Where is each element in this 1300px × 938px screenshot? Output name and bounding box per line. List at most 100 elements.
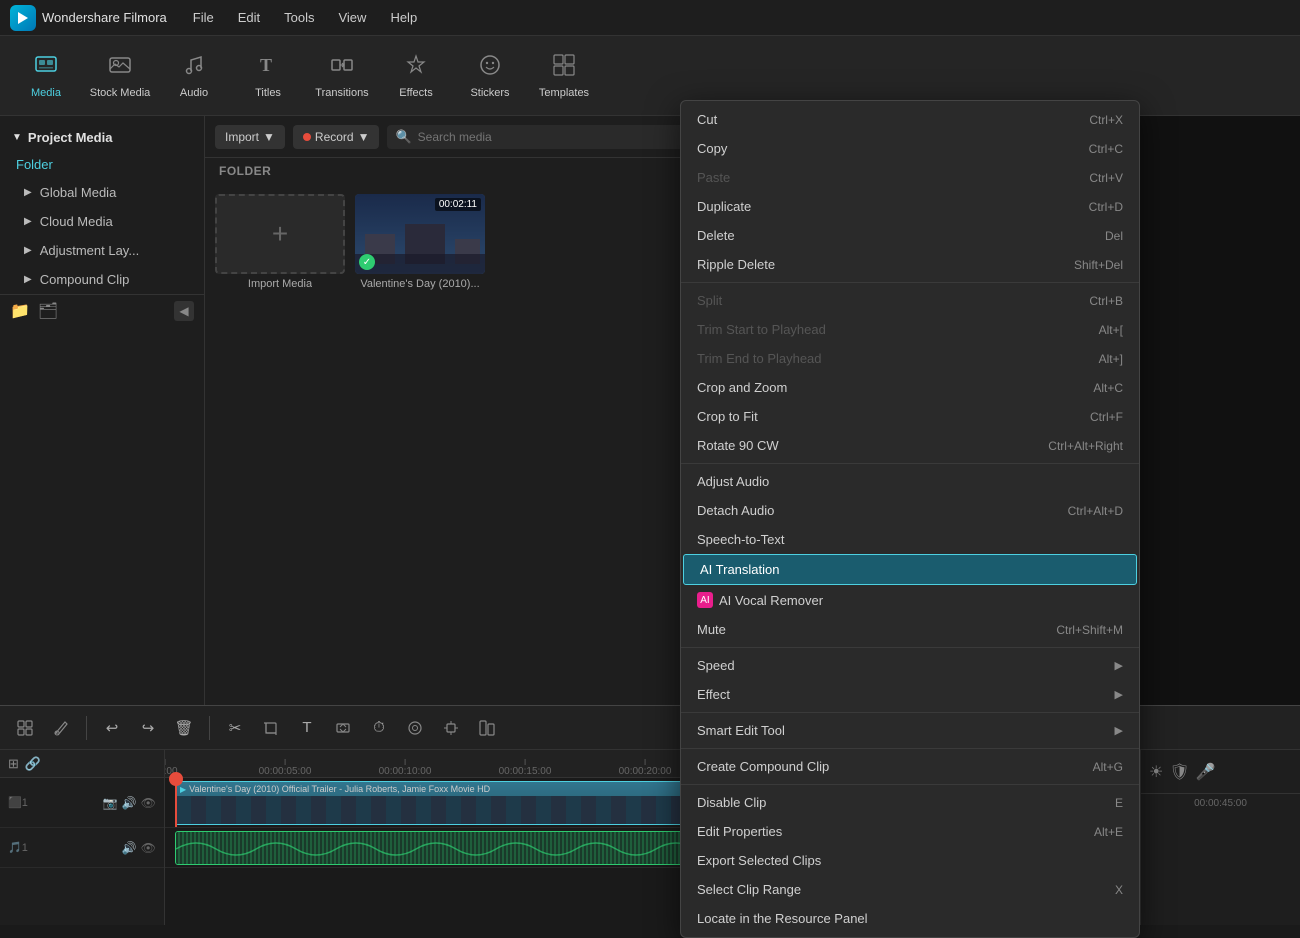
cm-edit-properties[interactable]: Edit Properties Alt+E [681,817,1139,846]
sidebar-collapse-btn[interactable]: ◀ [174,301,194,321]
timeline-tracks-label: ⊞ 🔗 ⬛1 📷 🔊 👁 🎵1 🔊 👁 [0,750,165,925]
timeline-undo[interactable]: ↩ [97,713,127,743]
cm-speech-to-text[interactable]: Speech-to-Text [681,525,1139,554]
timeline-right-toolbar: ☀ 🛡 🎤 [1141,750,1300,794]
audio-track-number: 🎵1 [8,841,28,854]
effects-icon [404,53,428,83]
timeline-transform[interactable] [436,713,466,743]
toolbar-stickers[interactable]: Stickers [454,42,526,110]
cm-rotate[interactable]: Rotate 90 CW Ctrl+Alt+Right [681,431,1139,460]
timeline-link-icon[interactable]: 🔗 [25,756,41,772]
toolbar-stock-media[interactable]: Stock Media [84,42,156,110]
record-label: Record [315,130,354,144]
track-eye-icon[interactable]: 👁 [141,796,156,810]
audio-track-eye-icon[interactable]: 👁 [141,841,156,855]
cm-export-selected[interactable]: Export Selected Clips [681,846,1139,875]
sidebar-item-adjustment-layer[interactable]: ▶ Adjustment Lay... [0,236,204,265]
chevron-right-icon: ▶ [24,274,32,285]
cm-mute[interactable]: Mute Ctrl+Shift+M [681,615,1139,644]
record-dropdown-icon: ▼ [358,130,370,144]
toolbar-audio[interactable]: Audio [158,42,230,110]
toolbar-titles[interactable]: T Titles [232,42,304,110]
sidebar-folder[interactable]: Folder [0,151,204,178]
playhead[interactable] [175,778,177,827]
toolbar-titles-label: Titles [255,87,281,99]
track-camera-icon[interactable]: 📷 [103,796,118,810]
ruler-mark-3: 00:00:15:00 [499,759,552,777]
search-icon: 🔍 [395,129,411,145]
cm-delete[interactable]: Delete Del [681,221,1139,250]
video-media-item[interactable]: 00:02:11 ✓ Valentine's Day (2010)... [355,194,485,290]
sidebar-item-compound-clip[interactable]: ▶ Compound Clip [0,265,204,294]
timeline-right-panel: ☀ 🛡 🎤 00:00:45:00 [1140,750,1300,925]
sidebar-item-cloud-media[interactable]: ▶ Cloud Media [0,207,204,236]
cm-ai-vocal-remover[interactable]: AI AI Vocal Remover [681,585,1139,615]
cm-detach-audio[interactable]: Detach Audio Ctrl+Alt+D [681,496,1139,525]
timeline-razor-tool[interactable] [46,713,76,743]
cm-cut[interactable]: Cut Ctrl+X [681,105,1139,134]
toolbar-media[interactable]: Media [10,42,82,110]
toolbar-templates[interactable]: Templates [528,42,600,110]
toolbar-effects[interactable]: Effects [380,42,452,110]
sidebar-header: ▼ Project Media [0,124,204,151]
timeline-text[interactable]: T [292,713,322,743]
cm-locate-resource[interactable]: Locate in the Resource Panel [681,904,1139,933]
app-name: Wondershare Filmora [42,10,167,25]
app-logo-icon [10,5,36,31]
timeline-redo[interactable]: ↪ [133,713,163,743]
audio-track-icons: 🔊 👁 [122,841,156,855]
import-button[interactable]: Import ▼ [215,125,285,149]
ruler-mark-2: 00:00:10:00 [379,759,432,777]
import-media-item[interactable]: + Import Media [215,194,345,290]
cm-select-clip-range[interactable]: Select Clip Range X [681,875,1139,904]
cm-ai-translation[interactable]: AI Translation [683,554,1137,585]
track-speaker-icon[interactable]: 🔊 [122,796,137,810]
timeline-speed[interactable]: ⏱ [364,713,394,743]
audio-track-speaker-icon[interactable]: 🔊 [122,841,137,855]
timeline-scissors[interactable]: ✂ [220,713,250,743]
timeline-select-tool[interactable] [10,713,40,743]
toolbar-templates-label: Templates [539,87,589,99]
menu-help[interactable]: Help [380,6,427,29]
cm-crop-fit[interactable]: Crop to Fit Ctrl+F [681,402,1139,431]
toolbar-effects-label: Effects [399,87,432,99]
folder-add-icon[interactable]: 📁 [10,301,30,321]
tr-mic-icon[interactable]: 🎤 [1196,762,1216,782]
menu-edit[interactable]: Edit [228,6,270,29]
tr-sun-icon[interactable]: ☀ [1149,762,1163,782]
toolbar-transitions[interactable]: Transitions [306,42,378,110]
sidebar-header-arrow: ▼ [12,132,22,143]
timeline-zoom-fit[interactable] [472,713,502,743]
cm-copy[interactable]: Copy Ctrl+C [681,134,1139,163]
timeline-fit[interactable] [328,713,358,743]
cm-separator-6 [681,784,1139,785]
timeline-add-track-icon[interactable]: ⊞ [8,756,19,772]
menu-tools[interactable]: Tools [274,6,324,29]
cm-crop-zoom[interactable]: Crop and Zoom Alt+C [681,373,1139,402]
cm-adjust-audio[interactable]: Adjust Audio [681,467,1139,496]
timeline-crop[interactable] [256,713,286,743]
cm-ripple-delete[interactable]: Ripple Delete Shift+Del [681,250,1139,279]
cm-duplicate[interactable]: Duplicate Ctrl+D [681,192,1139,221]
cm-effect[interactable]: Effect ▶ [681,680,1139,709]
ruler-mark-4: 00:00:20:00 [619,759,672,777]
media-toolbar: Import ▼ Record ▼ 🔍 [205,116,753,158]
record-button[interactable]: Record ▼ [293,125,380,149]
timeline-stabilize[interactable] [400,713,430,743]
toolbar-stickers-label: Stickers [470,87,509,99]
menu-view[interactable]: View [328,6,376,29]
timeline-delete[interactable]: 🗑 [169,713,199,743]
cm-speed[interactable]: Speed ▶ [681,651,1139,680]
cm-disable-clip[interactable]: Disable Clip E [681,788,1139,817]
cm-separator-4 [681,712,1139,713]
tr-shield-icon[interactable]: 🛡 [1169,762,1189,782]
track-icons: 📷 🔊 👁 [103,796,156,810]
menu-file[interactable]: File [183,6,224,29]
chevron-right-icon: ▶ [24,187,32,198]
sidebar-item-global-media[interactable]: ▶ Global Media [0,178,204,207]
cm-smart-edit[interactable]: Smart Edit Tool ▶ [681,716,1139,745]
titles-icon: T [256,53,280,83]
folder-icon[interactable]: 🗂 [38,301,58,321]
video-track-label: ⬛1 📷 🔊 👁 [0,778,164,828]
cm-create-compound-clip[interactable]: Create Compound Clip Alt+G [681,752,1139,781]
